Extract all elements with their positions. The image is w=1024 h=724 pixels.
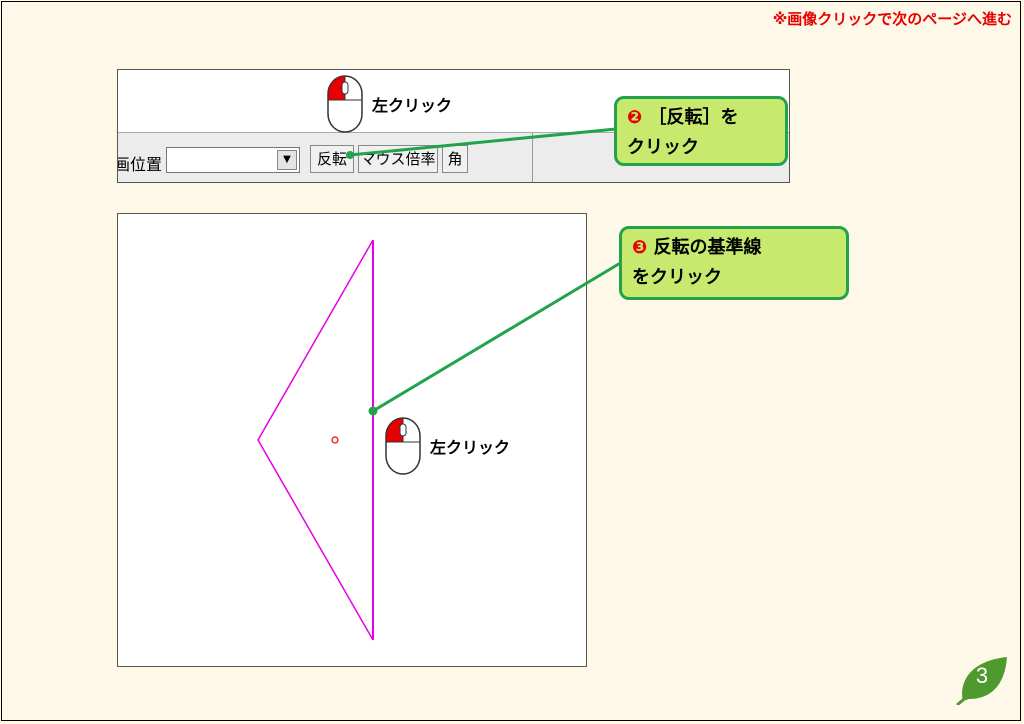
callout2-leader-line <box>349 127 617 157</box>
callout-text-line: クリック <box>627 137 699 158</box>
callout3-leader-dot <box>368 406 378 416</box>
callout2-leader-dot <box>346 151 354 159</box>
step-number: ❸ <box>632 237 648 258</box>
callout-step3: ❸ 反転の基準線 をクリック <box>619 226 849 300</box>
step-number: ❷ <box>627 107 643 128</box>
callout-text-line: 反転の基準線 <box>653 237 762 258</box>
mouse-icon <box>385 417 421 475</box>
mouse-hint-label: 左クリック <box>430 438 511 457</box>
annotation-overlay <box>257 75 623 641</box>
triangle-left-edges <box>257 239 374 641</box>
callout-text-line: をクリック <box>632 267 722 288</box>
reference-point-marker <box>331 436 339 444</box>
callout-step2: ❷ ［反転］を クリック <box>614 96 788 166</box>
callout3-leader-line <box>372 260 623 413</box>
page-number-badge: 3 <box>955 655 1009 707</box>
page-number: 3 <box>975 663 989 688</box>
mouse-icon <box>327 75 363 133</box>
mouse-hint-label: 左クリック <box>372 96 453 115</box>
callout-text-line: ［反転］を <box>648 107 739 128</box>
